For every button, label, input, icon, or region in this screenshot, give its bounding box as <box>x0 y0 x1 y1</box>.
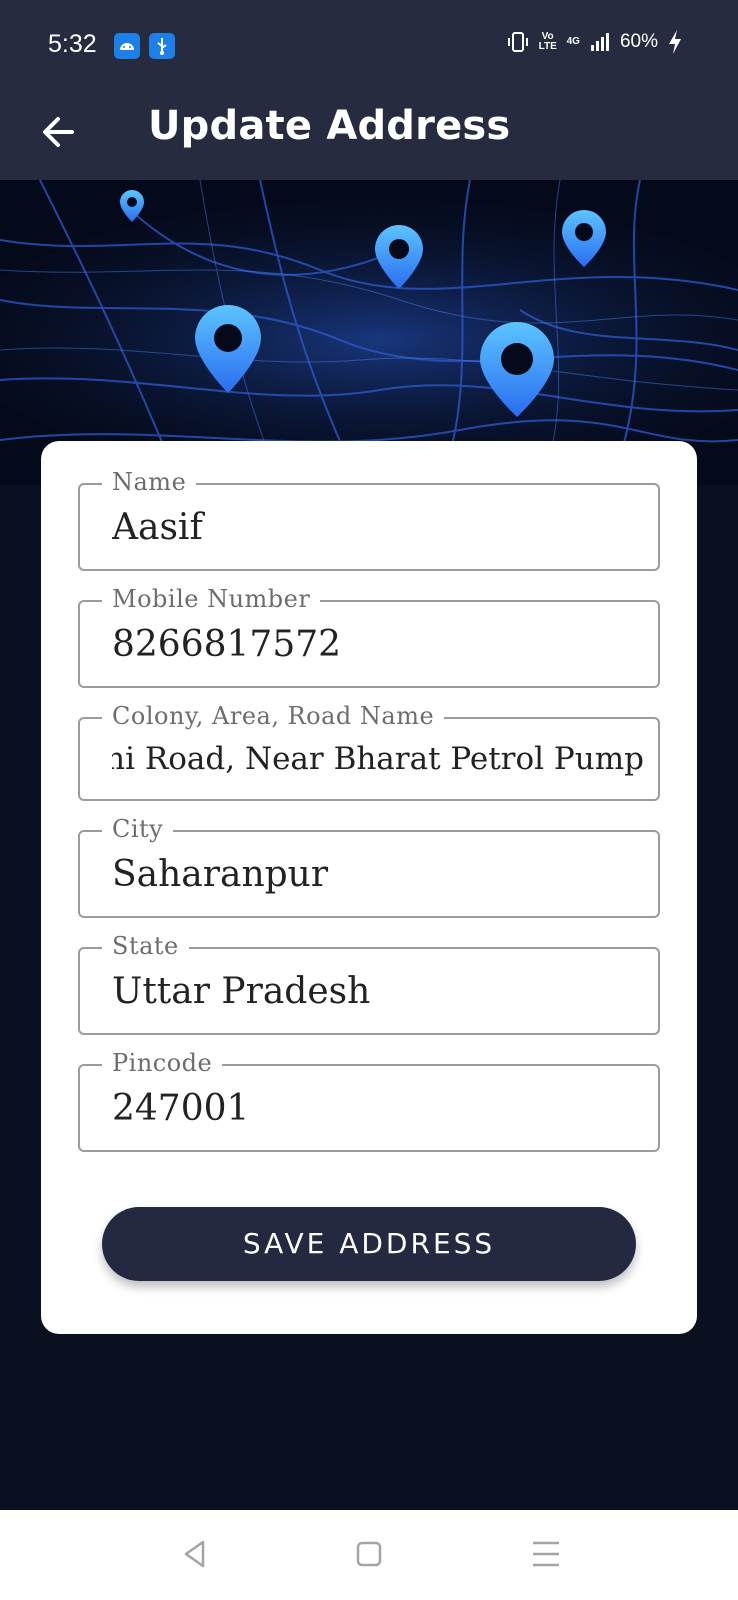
android-icon <box>114 33 140 59</box>
status-time: 5:32 <box>48 30 97 58</box>
mobile-number-value: 8266817572 <box>112 624 342 665</box>
nav-recents-icon[interactable] <box>526 1534 566 1574</box>
vibrate-icon <box>507 32 528 52</box>
city-field[interactable]: City Saharanpur <box>78 815 660 918</box>
pincode-field[interactable]: Pincode 247001 <box>78 1049 660 1152</box>
colony-area-road-label: Colony, Area, Road Name <box>102 702 445 730</box>
signal-icon <box>590 33 609 51</box>
colony-area-road-field[interactable]: Colony, Area, Road Name elhi Road, Near … <box>78 702 660 801</box>
page-title: Update Address <box>148 103 511 149</box>
status-icons: Vo LTE 4G 60% <box>507 30 682 54</box>
back-arrow-icon[interactable] <box>38 112 78 152</box>
charging-icon <box>669 30 681 54</box>
system-nav-bar <box>0 1510 738 1600</box>
city-value: Saharanpur <box>112 854 329 895</box>
colony-area-road-value: elhi Road, Near Bharat Petrol Pump <box>112 741 644 777</box>
nav-home-icon[interactable] <box>349 1534 389 1574</box>
pincode-value: 247001 <box>112 1088 250 1129</box>
pincode-label: Pincode <box>102 1049 223 1077</box>
map-banner <box>0 180 738 485</box>
address-form-card: Name Aasif Mobile Number 8266817572 Colo… <box>41 441 697 1334</box>
app-bar: Update Address <box>0 90 738 180</box>
network-type: 4G <box>566 36 580 47</box>
volte-indicator: Vo LTE <box>538 31 557 52</box>
save-address-button[interactable]: SAVE ADDRESS <box>102 1207 636 1281</box>
name-field[interactable]: Name Aasif <box>78 468 660 571</box>
status-bar: 5:32 Vo LTE 4G 60% <box>0 0 738 90</box>
state-value: Uttar Pradesh <box>112 971 371 1012</box>
mobile-number-field[interactable]: Mobile Number 8266817572 <box>78 585 660 688</box>
name-label: Name <box>102 468 197 496</box>
usb-icon <box>149 33 175 59</box>
state-label: State <box>102 932 189 960</box>
battery-percent: 60% <box>619 31 658 52</box>
state-field[interactable]: State Uttar Pradesh <box>78 932 660 1035</box>
city-label: City <box>102 815 174 843</box>
name-value: Aasif <box>112 507 203 548</box>
mobile-number-label: Mobile Number <box>102 585 321 613</box>
nav-back-icon[interactable] <box>176 1534 216 1574</box>
